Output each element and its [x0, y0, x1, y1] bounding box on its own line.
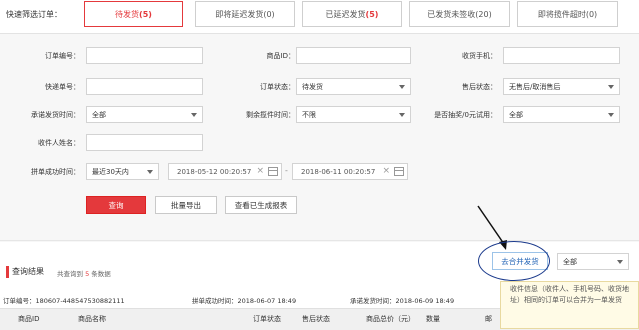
receiver-name-label: 收件人姓名：	[38, 139, 80, 147]
tracking-no-input[interactable]	[86, 78, 203, 95]
order-no-value: 180607-448547530882111	[35, 297, 125, 305]
group-success-range-select[interactable]: 最近30天内	[86, 163, 159, 180]
trial-label: 是否抽奖/0元试用：	[434, 111, 497, 119]
end-date-input[interactable]: 2018-06-11 00:20:57 ×	[292, 163, 408, 180]
promised-ship-time-value: 全部	[92, 110, 106, 119]
start-date-value: 2018-05-12 00:20:57	[177, 167, 252, 176]
tab-count: (5)	[365, 9, 379, 19]
col-order-status: 订单状态	[253, 315, 281, 323]
chevron-down-icon	[399, 113, 405, 117]
section-divider	[0, 240, 639, 241]
trial-value: 全部	[509, 110, 523, 119]
col-quantity: 数量	[426, 315, 440, 323]
tab-label: 即将延迟发货	[215, 9, 264, 19]
col-shipping: 邮	[485, 315, 492, 323]
calendar-icon[interactable]	[268, 167, 278, 176]
view-reports-button[interactable]: 查看已生成报表	[225, 196, 297, 214]
promise-label: 承诺发货时间：	[350, 297, 396, 305]
tab-count: (0)	[263, 9, 275, 19]
annotation-circle	[478, 241, 550, 281]
calendar-icon[interactable]	[394, 167, 404, 176]
tab-label: 即将揽件超时	[537, 9, 586, 19]
group-success-range-value: 最近30天内	[92, 167, 129, 176]
col-total-price: 商品总价（元）	[366, 315, 415, 323]
receiver-phone-input[interactable]	[503, 47, 620, 64]
quick-filter-label: 快速筛选订单：	[6, 10, 62, 19]
results-summary-suffix: 条数据	[91, 270, 111, 278]
order-status-select[interactable]: 待发货	[296, 78, 411, 95]
search-button[interactable]: 查询	[86, 196, 146, 214]
tab-pickup-timeout[interactable]: 即将揽件超时 (0)	[517, 1, 618, 27]
tab-count: (5)	[139, 9, 152, 19]
batch-export-button[interactable]: 批量导出	[155, 196, 217, 214]
chevron-down-icon	[608, 85, 614, 89]
order-number: 订单编号：180607-448547530882111	[3, 295, 125, 305]
clear-icon[interactable]: ×	[256, 166, 264, 176]
date-range-dash: -	[285, 166, 288, 175]
chevron-down-icon	[399, 85, 405, 89]
chevron-down-icon	[191, 113, 197, 117]
group-time-value: 2018-06-07 18:49	[237, 297, 297, 305]
chevron-down-icon	[617, 260, 623, 264]
start-date-input[interactable]: 2018-05-12 00:20:57 ×	[168, 163, 282, 180]
tab-count: (0)	[585, 9, 598, 19]
col-after-sale-status: 售后状态	[302, 315, 330, 323]
col-product-name: 商品名称	[78, 315, 106, 323]
results-accent-bar	[6, 266, 9, 278]
col-product-id: 商品ID	[18, 315, 40, 323]
chevron-down-icon	[147, 170, 153, 174]
order-status-value: 待发货	[302, 82, 323, 91]
results-summary-prefix: 共查询到	[57, 270, 83, 278]
group-time-label: 拼单成功时间：	[192, 297, 238, 305]
order-status-label: 订单状态：	[260, 83, 295, 91]
results-count: 5	[85, 270, 90, 278]
remaining-pickup-time-value: 不限	[302, 110, 316, 119]
receiver-name-input[interactable]	[86, 134, 203, 151]
merge-filter-value: 全部	[563, 257, 577, 266]
merge-tooltip: 收件信息（收件人、手机号码、收货地址）相同的订单可以合并为一单发货	[500, 281, 639, 329]
product-id-label: 商品ID：	[266, 52, 295, 60]
order-no-input[interactable]	[86, 47, 203, 64]
tab-delayed[interactable]: 已延迟发货 (5)	[302, 1, 402, 27]
tab-soon-delayed[interactable]: 即将延迟发货 (0)	[195, 1, 295, 27]
receiver-phone-label: 收货手机：	[462, 52, 497, 60]
merge-filter-select[interactable]: 全部	[557, 253, 629, 270]
tab-shipped-unsigned[interactable]: 已发货未签收 (20)	[409, 1, 510, 27]
product-id-input[interactable]	[296, 47, 411, 64]
order-no-label: 订单编号：	[3, 297, 36, 305]
promised-ship-time-label: 承诺发货时间：	[31, 111, 80, 119]
promise-value: 2018-06-09 18:49	[395, 297, 455, 305]
order-no-label: 订单编号：	[45, 52, 80, 60]
trial-select[interactable]: 全部	[503, 106, 620, 123]
tab-count: (20)	[475, 9, 492, 19]
tab-label: 已延迟发货	[325, 9, 366, 19]
results-title: 查询结果	[12, 267, 44, 276]
tab-label: 待发货	[115, 9, 140, 19]
chevron-down-icon	[608, 113, 614, 117]
after-sale-status-label: 售后状态：	[462, 83, 497, 91]
after-sale-status-select[interactable]: 无售后/取消售后	[503, 78, 620, 95]
promised-ship-time-select[interactable]: 全部	[86, 106, 203, 123]
remaining-pickup-time-select[interactable]: 不限	[296, 106, 411, 123]
after-sale-status-value: 无售后/取消售后	[509, 82, 561, 91]
order-group-time: 拼单成功时间：2018-06-07 18:49	[192, 295, 296, 305]
tab-pending-ship[interactable]: 待发货 (5)	[84, 1, 183, 27]
order-promise-time: 承诺发货时间：2018-06-09 18:49	[350, 295, 454, 305]
remaining-pickup-time-label: 剩余揽件时间：	[246, 111, 295, 119]
end-date-value: 2018-06-11 00:20:57	[301, 167, 376, 176]
clear-icon[interactable]: ×	[382, 166, 390, 176]
tracking-no-label: 快递单号：	[45, 83, 80, 91]
tab-label: 已发货未签收	[427, 9, 476, 19]
group-success-time-label: 拼单成功时间：	[31, 168, 80, 176]
results-summary: 共查询到 5 条数据	[57, 268, 111, 278]
